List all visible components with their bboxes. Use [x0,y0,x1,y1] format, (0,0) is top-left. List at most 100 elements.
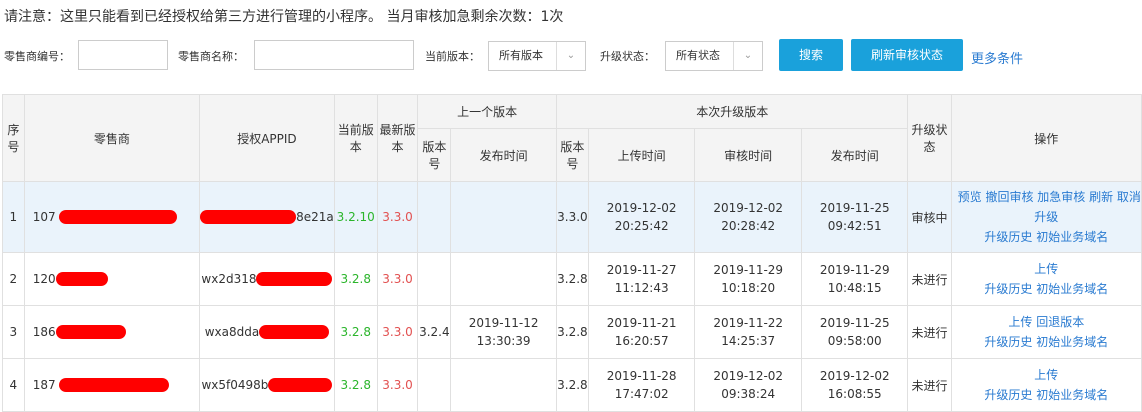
upload-date: 2019-11-27 [606,263,677,277]
col-current-version: 当前版本 [333,94,378,182]
review-clock: 10:18:20 [721,281,776,295]
history-domain-links[interactable]: 升级历史 初始业务域名 [952,385,1140,405]
review-date: 2019-12-02 [713,201,784,215]
upload-time: 2019-11-27 11:12:43 [587,252,696,306]
retailer-code-input[interactable] [78,40,168,70]
redaction-mark [55,325,126,340]
upgrade-status-select[interactable]: 所有状态 ⌄ [665,41,763,71]
appid-cell: 8e21a [199,181,335,253]
redaction-mark [259,325,330,340]
col-group-this-upgrade: 本次升级版本 [555,94,909,129]
row-seq: 4 [2,358,25,412]
review-date: 2019-11-22 [713,316,784,330]
upload-clock: 20:25:42 [614,219,669,233]
publish-clock: 09:58:00 [827,334,882,348]
publish-date: 2019-12-02 [819,369,890,383]
col-prev-version: 版本号 [417,128,452,182]
appid-cell: wx2d318 [199,252,335,306]
upload-time: 2019-11-28 17:47:02 [587,358,696,412]
redaction-mark [59,210,178,225]
this-version: 3.3.0 [555,181,589,253]
ops-cell: 预览 撤回审核 加急审核 刷新 取消 升级 升级历史 初始业务域名 [950,181,1142,253]
col-prev-publish: 发布时间 [450,128,557,182]
upload-clock: 11:12:43 [614,281,669,295]
col-status: 升级状态 [907,94,952,182]
history-domain-links[interactable]: 升级历史 初始业务域名 [952,332,1140,352]
history-domain-links[interactable]: 升级历史 初始业务域名 [952,227,1140,247]
publish-time: 2019-11-25 09:58:00 [800,305,909,359]
publish-date: 2019-11-25 [819,316,890,330]
table-row: 1 107 8e21a 3.2.10 3.3.0 3.3.0 2019-12-0… [2,181,1142,253]
prev-publish-time [450,358,557,412]
upload-link[interactable]: 上传 [952,259,1140,279]
this-version: 3.2.8 [555,358,589,412]
current-version: 3.2.8 [333,358,378,412]
upload-time: 2019-12-02 20:25:42 [587,181,696,253]
table-row: 3 186 wxa8dda 3.2.8 3.3.0 3.2.4 2019-11-… [2,305,1142,359]
col-group-previous: 上一个版本 [417,94,557,129]
redaction-mark [59,378,170,393]
appid-text: wx2d318 [201,271,257,286]
review-clock: 09:38:24 [721,387,776,401]
notice-text: 请注意：这里只能看到已经授权给第三方进行管理的小程序。 当月审核加急剩余次数：1… [4,9,564,25]
review-clock: 20:28:42 [721,219,776,233]
prev-version: 3.2.4 [417,305,452,359]
col-seq: 序号 [2,94,25,182]
table-row: 4 187 wx5f0498b 3.2.8 3.3.0 3.2.8 2019-1… [2,358,1142,412]
review-date: 2019-11-29 [713,263,784,277]
upgrade-status: 未进行 [907,305,952,359]
col-appid: 授权APPID [199,94,335,182]
row-seq: 1 [2,181,25,253]
more-conditions-link[interactable]: 更多条件 [971,48,1023,67]
latest-version: 3.3.0 [376,305,419,359]
col-upload-time: 上传时间 [587,128,696,182]
col-publish-time: 发布时间 [800,128,909,182]
publish-time: 2019-12-02 16:08:55 [800,358,909,412]
prev-publish-time [450,252,557,306]
upload-date: 2019-11-21 [606,316,677,330]
search-button[interactable]: 搜索 [779,39,843,71]
upload-clock: 17:47:02 [614,387,669,401]
ops-cell: 上传 升级历史 初始业务域名 [950,358,1142,412]
col-this-version: 版本号 [555,128,589,182]
upload-rollback-links[interactable]: 上传 回退版本 [952,312,1140,332]
filter-bar: 零售商编号： 零售商名称： 当前版本： 所有版本 ⌄ 升级状态： 所有状态 ⌄ … [0,38,1142,76]
review-time: 2019-12-02 20:28:42 [694,181,802,253]
redaction-mark [200,210,297,225]
latest-version: 3.3.0 [376,358,419,412]
appid-text: wxa8dda [204,324,260,339]
review-time: 2019-11-29 10:18:20 [694,252,802,306]
redaction-mark [256,272,333,287]
retailer-cell: 107 [23,181,201,253]
publish-time: 2019-11-25 09:42:51 [800,181,909,253]
history-domain-links[interactable]: 升级历史 初始业务域名 [952,279,1140,299]
row-seq: 2 [2,252,25,306]
retailer-id: 186 [32,324,56,339]
row-seq: 3 [2,305,25,359]
current-version-value: 所有版本 [499,49,543,62]
upload-link[interactable]: 上传 [952,365,1140,385]
publish-clock: 09:42:51 [827,219,882,233]
prev-publish-clock: 13:30:39 [476,334,531,348]
chevron-down-icon: ⌄ [556,42,585,70]
upgrade-status: 未进行 [907,252,952,306]
chevron-down-icon: ⌄ [733,42,762,70]
prev-version [417,252,452,306]
publish-clock: 10:48:15 [827,281,882,295]
current-version-select[interactable]: 所有版本 ⌄ [488,41,586,71]
upgrade-status: 未进行 [907,358,952,412]
retailer-cell: 187 [23,358,201,412]
prev-publish-time: 2019-11-12 13:30:39 [450,305,557,359]
review-clock: 14:25:37 [721,334,776,348]
cancel-upgrade-link[interactable]: 升级 [952,207,1140,227]
appid-text: wx5f0498b [201,377,269,392]
appid-cell: wx5f0498b [199,358,335,412]
redaction-mark [268,378,333,393]
ops-cell: 上传 回退版本 升级历史 初始业务域名 [950,305,1142,359]
upload-date: 2019-11-28 [606,369,677,383]
refresh-review-status-button[interactable]: 刷新审核状态 [851,39,963,71]
retailer-id: 187 [32,377,56,392]
publish-time: 2019-11-29 10:48:15 [800,252,909,306]
ops-actions-link[interactable]: 预览 撤回审核 加急审核 刷新 取消 [952,187,1141,207]
retailer-name-input[interactable] [254,40,414,70]
